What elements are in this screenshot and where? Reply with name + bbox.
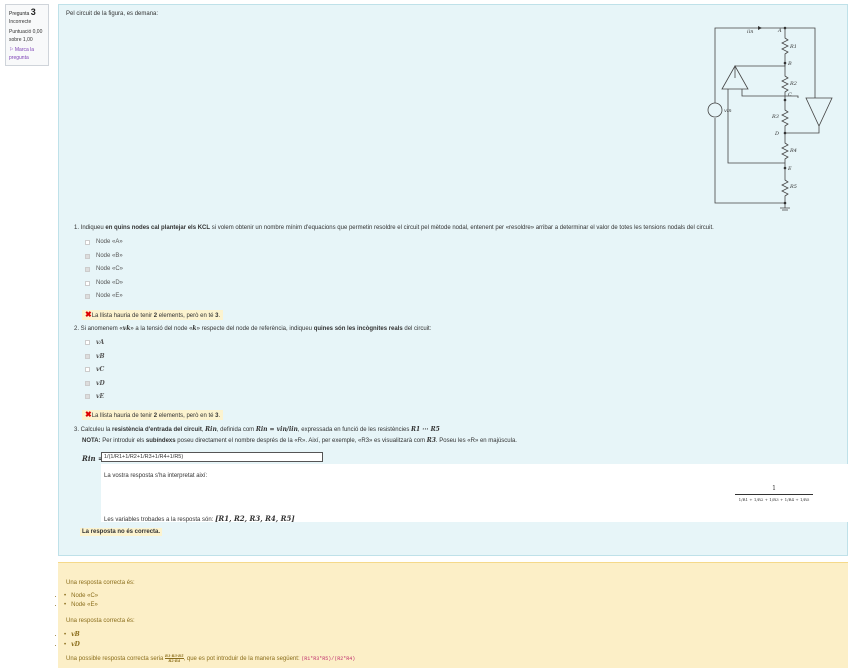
- svg-text:R1: R1: [789, 44, 797, 50]
- svg-text:R3: R3: [771, 114, 779, 120]
- q1-prompt: 1. Indiqueu en quins nodes cal plantejar…: [74, 225, 714, 231]
- svg-text:R2: R2: [789, 81, 797, 87]
- option-label: vC: [96, 366, 105, 373]
- question-info: Pregunta 3 Incorrecte Puntuació 0,00 sob…: [5, 4, 49, 66]
- q2-feedback: ✖La llista hauria de tenir 2 elements, p…: [82, 410, 224, 420]
- svg-text:R4: R4: [789, 148, 797, 154]
- circuit-diagram: iin vin A B C D E R1 R2 R3 R4 R5: [707, 26, 833, 211]
- cross-icon: ✖: [85, 310, 92, 319]
- svg-text:vin: vin: [724, 108, 732, 114]
- q1-feedback: ✖La llista hauria de tenir 2 elements, p…: [82, 310, 224, 320]
- cross-icon: ✖: [85, 410, 92, 419]
- option-label: Node «E»: [96, 293, 123, 299]
- question-number: 3: [30, 7, 36, 17]
- option-label: vB: [96, 352, 105, 360]
- q3-note: NOTA: Per introduir els subíndexs poseu …: [82, 437, 517, 444]
- checkbox[interactable]: [85, 367, 90, 372]
- checkbox[interactable]: [85, 380, 90, 386]
- option-label: vE: [96, 393, 105, 400]
- checkbox[interactable]: [85, 294, 90, 299]
- svg-text:E: E: [787, 166, 792, 172]
- flag-icon: ⚐: [9, 47, 14, 53]
- svg-text:R5: R5: [789, 184, 797, 190]
- option-label: Node «D»: [96, 279, 124, 286]
- question-status: Incorrecte: [9, 19, 32, 25]
- svg-text:A: A: [777, 28, 782, 34]
- option-label: vD: [96, 379, 105, 387]
- option-label: Node «B»: [96, 252, 123, 259]
- q2-prompt: 2. Si anomenem «vk» a la tensió del node…: [74, 325, 432, 332]
- answer-1-list: • Node «C» • Node «E»: [64, 592, 98, 610]
- svg-text:C: C: [788, 92, 792, 98]
- checkbox[interactable]: [85, 280, 90, 286]
- svg-text:B: B: [787, 61, 792, 67]
- flag-question-link[interactable]: ⚐ Marca la pregunta: [9, 46, 45, 62]
- checkbox[interactable]: [85, 267, 90, 272]
- correct-answers-panel: [58, 562, 848, 668]
- svg-text:iin: iin: [747, 29, 753, 35]
- checkbox[interactable]: [85, 394, 90, 399]
- svg-text:D: D: [774, 131, 779, 137]
- checkbox[interactable]: [85, 353, 90, 359]
- rin-answer-input[interactable]: 1/(1/R1+1/R2+1/R3+1/R4+1/R5): [101, 452, 323, 462]
- option-label: Node «A»: [96, 239, 123, 245]
- question-score: Puntuació 0,00: [9, 29, 43, 35]
- checkbox[interactable]: [85, 340, 90, 345]
- q3-prompt: 3. Calculeu la resistència d'entrada del…: [74, 426, 440, 433]
- checkbox[interactable]: [85, 253, 90, 259]
- q3-result: La resposta no és correcta.: [80, 528, 163, 536]
- answer-2-list: • vB • vD: [64, 630, 80, 650]
- question-intro: Pel circuit de la figura, es demana:: [66, 11, 159, 17]
- option-label: vA: [96, 339, 105, 346]
- found-variables: Les variables trobades a la resposta són…: [104, 514, 295, 523]
- option-label: Node «C»: [96, 266, 124, 272]
- answer-3: Una possible resposta correcta seria R1·…: [66, 654, 356, 663]
- checkbox[interactable]: [85, 240, 90, 245]
- interpreted-formula: 1 1/R1 + 1/R2 + 1/R3 + 1/R4 + 1/R5: [735, 485, 813, 502]
